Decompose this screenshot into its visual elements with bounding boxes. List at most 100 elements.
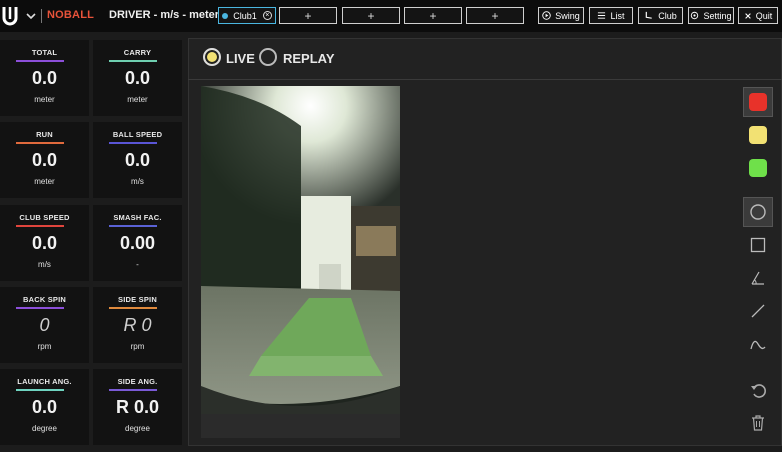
- plus-icon: +: [491, 8, 499, 23]
- list-button-label: List: [610, 10, 625, 21]
- live-label[interactable]: LIVE: [226, 51, 255, 66]
- setting-button-label: Setting: [703, 10, 732, 21]
- angle-icon: [749, 269, 767, 287]
- stat-label: BALL SPEED: [112, 130, 163, 139]
- divider: [188, 79, 782, 80]
- stat-ball-speed: BALL SPEED 0.0 m/s: [93, 122, 182, 198]
- stat-unit: m/s: [131, 177, 144, 186]
- stat-unit: m/s: [38, 260, 51, 269]
- live-radio[interactable]: [203, 48, 221, 66]
- stat-accent-bar: [16, 60, 64, 62]
- swing-button-label: Swing: [555, 10, 580, 21]
- club-slot-add-button[interactable]: +: [279, 7, 337, 24]
- stat-unit: rpm: [37, 342, 52, 351]
- stat-label: RUN: [36, 130, 53, 139]
- quit-button-label: Quit: [755, 10, 773, 21]
- stat-accent-bar: [109, 225, 157, 227]
- club-slot-add-button[interactable]: +: [404, 7, 462, 24]
- chevron-down-icon[interactable]: [25, 9, 37, 21]
- club-slot-add-button[interactable]: +: [466, 7, 524, 24]
- stat-value: 0.0: [31, 150, 58, 170]
- stat-value: 0: [39, 315, 50, 335]
- close-icon[interactable]: ×: [262, 11, 272, 20]
- gear-icon: [690, 11, 699, 20]
- stat-side-spin: SIDE SPIN R 0 rpm: [93, 287, 182, 363]
- color-red-swatch[interactable]: [743, 87, 773, 117]
- curve-icon: [749, 335, 767, 353]
- stat-unit: meter: [34, 95, 55, 104]
- stat-label: TOTAL: [31, 48, 58, 57]
- stat-accent-bar: [16, 307, 64, 309]
- quit-button[interactable]: Quit: [738, 7, 778, 24]
- setting-button[interactable]: Setting: [688, 7, 734, 24]
- play-icon: [542, 11, 551, 20]
- stat-value: 0.0: [124, 150, 151, 170]
- stat-unit: degree: [125, 424, 150, 433]
- stat-run: RUN 0.0 meter: [0, 122, 89, 198]
- club-tab-label: Club1: [233, 10, 257, 21]
- list-button[interactable]: List: [589, 7, 633, 24]
- stat-accent-bar: [16, 142, 64, 144]
- top-bar: NOBALL DRIVER - m/s - meter Club1 × + + …: [0, 0, 782, 32]
- square-icon: [750, 237, 766, 253]
- active-dot-icon: [222, 12, 229, 19]
- stat-label: LAUNCH ANG.: [17, 377, 72, 386]
- stat-value: 0.0: [31, 233, 58, 253]
- stat-carry: CARRY 0.0 meter: [93, 40, 182, 116]
- stat-accent-bar: [109, 60, 157, 62]
- plus-icon: +: [367, 8, 375, 23]
- color-green-swatch[interactable]: [743, 153, 773, 183]
- stat-unit: meter: [127, 95, 148, 104]
- club-button[interactable]: Club: [638, 7, 683, 24]
- stat-unit: -: [136, 260, 139, 269]
- stat-accent-bar: [16, 389, 64, 391]
- replay-radio[interactable]: [259, 48, 277, 66]
- list-icon: [597, 11, 606, 20]
- stat-value: 0.00: [119, 233, 156, 253]
- stat-value: 0.0: [31, 397, 58, 417]
- club-tab-club1[interactable]: Club1 ×: [218, 7, 276, 24]
- live-camera-view[interactable]: [201, 86, 400, 438]
- replay-label[interactable]: REPLAY: [283, 51, 335, 66]
- plus-icon: +: [429, 8, 437, 23]
- undo-button[interactable]: [743, 375, 773, 405]
- stat-unit: degree: [32, 424, 57, 433]
- close-icon: [744, 12, 752, 20]
- mode-selector: LIVE REPLAY: [188, 43, 782, 76]
- stat-accent-bar: [109, 389, 157, 391]
- circle-icon: [749, 203, 767, 221]
- plus-icon: +: [304, 8, 312, 23]
- club-slot-add-button[interactable]: +: [342, 7, 400, 24]
- line-icon: [749, 302, 767, 320]
- stat-value: 0.0: [124, 68, 151, 88]
- stat-label: SIDE SPIN: [118, 295, 157, 304]
- draw-angle-tool[interactable]: [743, 263, 773, 293]
- draw-curve-tool[interactable]: [743, 329, 773, 359]
- stat-side-angle: SIDE ANG. R 0.0 degree: [93, 369, 182, 445]
- divider: [41, 9, 42, 23]
- stat-value: R 0: [123, 315, 152, 335]
- draw-circle-tool[interactable]: [743, 197, 773, 227]
- brand-logo-icon[interactable]: [2, 5, 18, 27]
- stat-value: R 0.0: [115, 397, 160, 417]
- undo-icon: [749, 381, 767, 399]
- stat-accent-bar: [109, 307, 157, 309]
- draw-line-tool[interactable]: [743, 296, 773, 326]
- stat-label: CARRY: [123, 48, 152, 57]
- stat-unit: meter: [34, 177, 55, 186]
- yellow-swatch-icon: [749, 126, 767, 144]
- green-swatch-icon: [749, 159, 767, 177]
- swing-button[interactable]: Swing: [538, 7, 584, 24]
- stat-back-spin: BACK SPIN 0 rpm: [0, 287, 89, 363]
- delete-button[interactable]: [743, 408, 773, 438]
- stat-value: 0.0: [31, 68, 58, 88]
- stat-club-speed: CLUB SPEED 0.0 m/s: [0, 205, 89, 281]
- draw-square-tool[interactable]: [743, 230, 773, 260]
- club-button-label: Club: [658, 10, 677, 21]
- color-yellow-swatch[interactable]: [743, 120, 773, 150]
- noball-label[interactable]: NOBALL: [47, 9, 94, 21]
- stat-label: CLUB SPEED: [19, 213, 70, 222]
- stat-total: TOTAL 0.0 meter: [0, 40, 89, 116]
- club-unit-title: DRIVER - m/s - meter: [109, 9, 220, 21]
- stat-launch-angle: LAUNCH ANG. 0.0 degree: [0, 369, 89, 445]
